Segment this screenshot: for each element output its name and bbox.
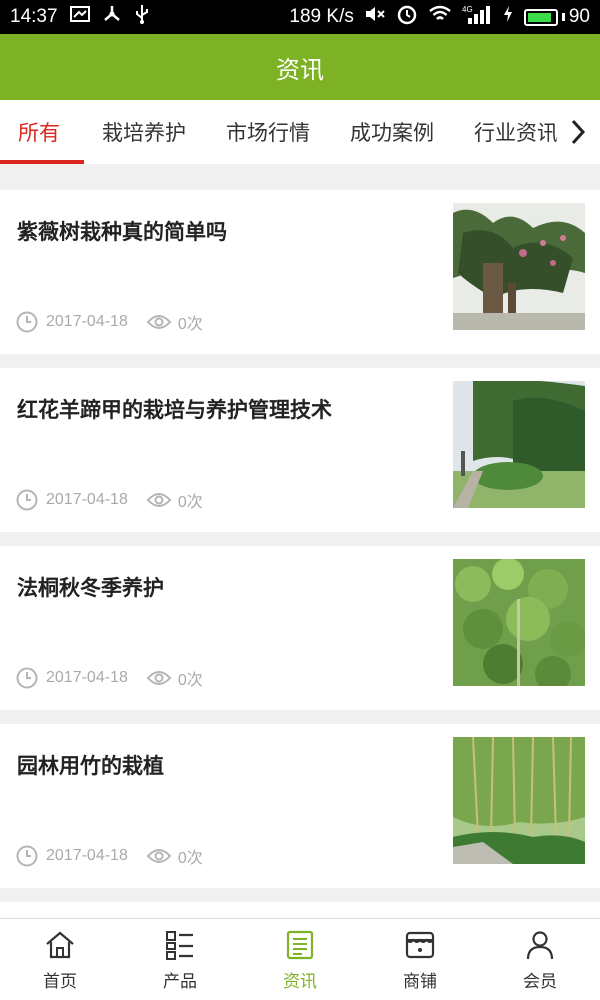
- message-icon: [69, 6, 90, 28]
- news-item[interactable]: 红花羊蹄甲的栽培与养护管理技术 2017-04-18 0次: [0, 368, 600, 532]
- news-meta: 2017-04-18 0次: [16, 488, 203, 512]
- nav-label: 会员: [523, 972, 557, 992]
- tab-market[interactable]: 市场行情: [206, 100, 330, 164]
- clock: 14:37: [10, 6, 58, 27]
- news-thumbnail: [453, 737, 585, 864]
- news-icon: [286, 930, 314, 960]
- news-title: 紫薇树栽种真的简单吗: [17, 220, 227, 244]
- news-list: 紫薇树栽种真的简单吗 2017-04-18 0次 红花羊蹄甲的栽培与养护管理技术…: [0, 190, 600, 936]
- news-date: 2017-04-18: [46, 847, 128, 864]
- news-views: 0次: [177, 316, 203, 333]
- wifi-icon: [428, 5, 452, 29]
- status-bar: 14:37 189 K/s 4G 90: [0, 0, 600, 34]
- chevron-right-icon: [571, 119, 586, 145]
- eye-icon: [146, 671, 172, 685]
- usb-icon: [134, 4, 150, 30]
- tab-cases[interactable]: 成功案例: [330, 100, 454, 164]
- user-icon: [526, 931, 554, 960]
- tab-all[interactable]: 所有: [0, 100, 84, 164]
- clock-icon: [16, 311, 38, 333]
- list-icon: [166, 931, 193, 960]
- nav-label: 产品: [163, 972, 197, 992]
- nav-label: 首页: [43, 972, 77, 992]
- signal-icon: 4G: [462, 4, 492, 30]
- battery-percent: 90: [568, 6, 590, 27]
- shop-icon: [405, 931, 435, 959]
- nav-label: 商铺: [403, 972, 437, 992]
- news-thumbnail: [453, 381, 585, 508]
- svg-text:4G: 4G: [462, 5, 473, 14]
- nav-shop[interactable]: 商铺: [360, 919, 480, 1000]
- eye-icon: [146, 493, 172, 507]
- news-title: 红花羊蹄甲的栽培与养护管理技术: [17, 398, 332, 422]
- news-views: 0次: [177, 494, 203, 511]
- clock-icon: [16, 667, 38, 689]
- news-views: 0次: [177, 850, 203, 867]
- news-date: 2017-04-18: [46, 669, 128, 686]
- nav-products[interactable]: 产品: [120, 919, 240, 1000]
- category-tabs: 所有 栽培养护 市场行情 成功案例 行业资讯: [0, 100, 600, 164]
- tabs-scroll-right-button[interactable]: [556, 100, 600, 164]
- news-item[interactable]: 园林用竹的栽植 2017-04-18 0次: [0, 724, 600, 888]
- net-speed: 189 K/s: [289, 6, 354, 27]
- news-item[interactable]: 紫薇树栽种真的简单吗 2017-04-18 0次: [0, 190, 600, 354]
- news-meta: 2017-04-18 0次: [16, 310, 203, 334]
- news-date: 2017-04-18: [46, 491, 128, 508]
- nav-news[interactable]: 资讯: [240, 919, 360, 1000]
- news-meta: 2017-04-18 0次: [16, 844, 203, 868]
- news-title: 法桐秋冬季养护: [17, 576, 164, 600]
- clock-icon: [16, 489, 38, 511]
- news-thumbnail: [453, 203, 585, 330]
- news-views: 0次: [177, 672, 203, 689]
- tab-cultivation[interactable]: 栽培养护: [82, 100, 206, 164]
- app-header: 资讯: [0, 34, 600, 100]
- news-date: 2017-04-18: [46, 313, 128, 330]
- news-item[interactable]: 法桐秋冬季养护 2017-04-18 0次: [0, 546, 600, 710]
- nav-member[interactable]: 会员: [480, 919, 600, 1000]
- page-title: 资讯: [276, 55, 324, 84]
- news-meta: 2017-04-18 0次: [16, 666, 203, 690]
- news-thumbnail: [453, 559, 585, 686]
- share-icon: [102, 4, 122, 30]
- eye-icon: [146, 315, 172, 329]
- nav-label: 资讯: [283, 972, 317, 992]
- mute-icon: [364, 5, 386, 29]
- battery-indicator: 90: [523, 6, 590, 28]
- eye-icon: [146, 849, 172, 863]
- bottom-nav: 首页 产品 资讯 商铺 会员: [0, 918, 600, 1000]
- nav-home[interactable]: 首页: [0, 919, 120, 1000]
- clock-icon: [16, 845, 38, 867]
- news-title: 园林用竹的栽植: [17, 754, 164, 778]
- alarm-icon: [396, 3, 418, 31]
- battery-level: [527, 12, 552, 22]
- home-icon: [46, 931, 74, 959]
- charging-icon: [502, 5, 514, 29]
